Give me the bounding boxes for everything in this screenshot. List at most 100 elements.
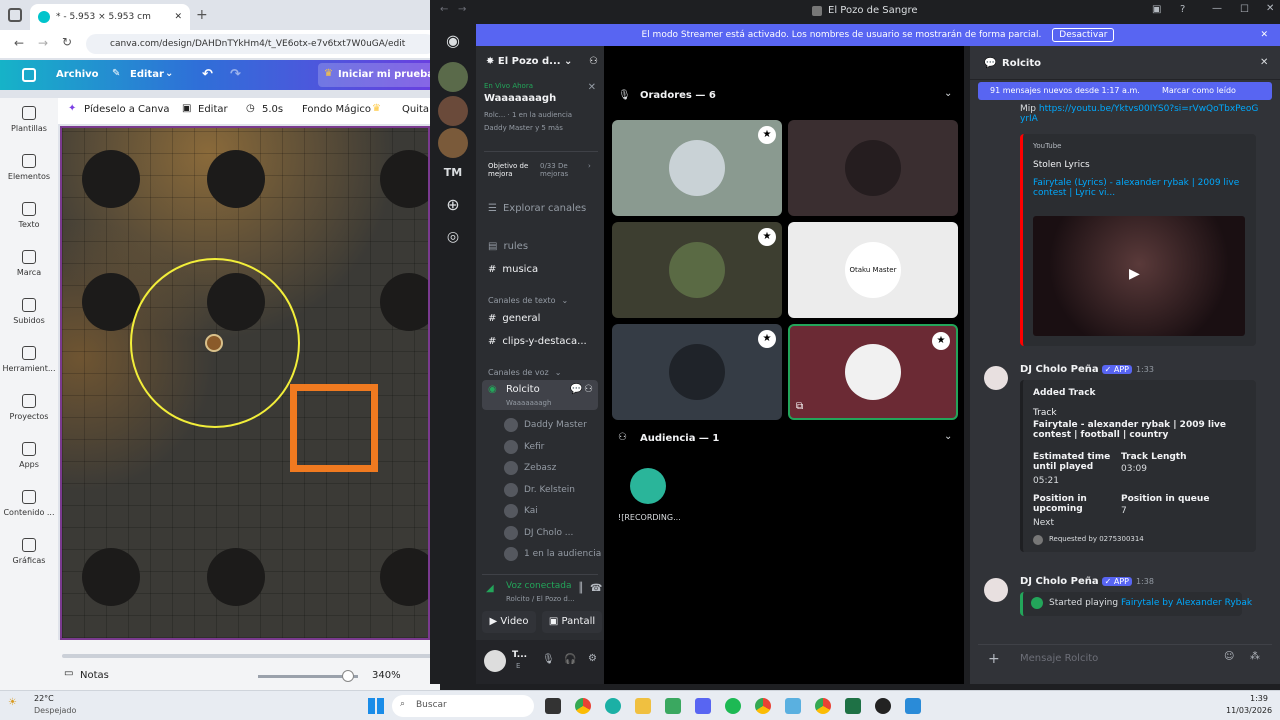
file-explorer-icon[interactable] (635, 698, 651, 714)
redo-icon[interactable]: ↷ (230, 67, 241, 82)
token-icon[interactable] (205, 334, 223, 352)
fondo-magico-button[interactable]: Fondo Mágico (302, 104, 371, 115)
canvas-map-image[interactable] (60, 126, 430, 640)
voice-user[interactable]: 1 en la audiencia (504, 547, 601, 561)
clock-date[interactable]: 11/03/2026 (1226, 706, 1272, 715)
song-link[interactable]: Fairytale by Alexander Rybak (1121, 598, 1252, 608)
explore-icon[interactable]: ◎ (438, 222, 468, 252)
chevron-down-icon[interactable]: ⌄ (944, 431, 952, 442)
speaker-tile-active[interactable]: ★ ⧉ (788, 324, 958, 420)
close-chat-icon[interactable]: ✕ (1260, 57, 1268, 68)
discord-home-icon[interactable]: ◉ (438, 26, 468, 56)
voice-category[interactable]: Canales de voz ⌄ (482, 362, 600, 382)
voice-user[interactable]: DJ Cholo ... (504, 525, 573, 540)
close-tab-icon[interactable]: ✕ (174, 12, 182, 22)
desactivar-button[interactable]: Desactivar (1052, 28, 1115, 42)
emoji-icon[interactable]: ☺ (1224, 651, 1234, 662)
canva-sidebar-item[interactable]: Herramient... (0, 346, 58, 373)
live-event-card[interactable]: En Vivo Ahora Waaaaaaagh Rolc... · 1 en … (484, 82, 598, 152)
chevron-down-icon[interactable]: ⌄ (944, 88, 952, 99)
voice-channel-rolcito[interactable]: ◉ Rolcito Waaaaaaagh 💬 ⚇ (482, 380, 598, 410)
inbox-icon[interactable]: ▣ (1152, 4, 1161, 15)
edge-icon[interactable] (605, 698, 621, 714)
mark-read-button[interactable]: Marcar como leído (1162, 82, 1236, 100)
voice-user[interactable]: Kefir (504, 439, 544, 454)
youtube-link[interactable]: https://youtu.be/Yktvs00IYS0?si=rVwQoTbx… (1020, 104, 1258, 124)
new-messages-bar[interactable]: 91 mensajes nuevos desde 1:17 a.m. Marca… (978, 82, 1272, 100)
disconnect-icon[interactable]: ☎ (590, 583, 602, 594)
forward-icon[interactable]: → (38, 36, 48, 50)
speaker-tile[interactable]: ★ (612, 324, 782, 420)
canva-sidebar-item[interactable]: Elementos (0, 154, 58, 181)
avatar[interactable] (630, 468, 666, 504)
voice-user[interactable]: Dr. Kelstein (504, 482, 575, 497)
excel-icon[interactable] (845, 698, 861, 714)
url-field[interactable]: canva.com/design/DAHDnTYkHm4/t_VE6otx-e7… (86, 34, 436, 54)
mic-icon[interactable]: 🎙 (542, 654, 555, 665)
channel-musica[interactable]: # musica (482, 259, 600, 279)
chrome-icon[interactable] (575, 698, 591, 714)
bot-name[interactable]: DJ Cholo Peña (1020, 364, 1099, 375)
voice-location[interactable]: Rolcito / El Pozo d... (506, 595, 575, 603)
canva-sidebar-item[interactable]: Subidos (0, 298, 58, 325)
help-icon[interactable]: ? (1180, 4, 1185, 15)
speaker-tile[interactable]: ★ (612, 120, 782, 216)
canva-sidebar-item[interactable]: Contenido ... (0, 490, 58, 517)
archivo-menu[interactable]: Archivo (56, 69, 99, 80)
close-window-icon[interactable]: ✕ (1266, 3, 1274, 14)
server-icon[interactable] (438, 96, 468, 126)
discord-app-icon[interactable] (695, 698, 711, 714)
editar-button[interactable]: Editar (198, 104, 228, 115)
server-icon[interactable] (438, 128, 468, 158)
editar-menu[interactable]: Editar (130, 69, 164, 80)
maximize-icon[interactable]: ☐ (1240, 4, 1249, 15)
play-icon[interactable]: ▶ (1129, 266, 1140, 282)
bot-name[interactable]: DJ Cholo Peña (1020, 576, 1099, 587)
chat-icon[interactable]: 💬 (570, 384, 582, 395)
canva-sidebar-item[interactable]: Gráficas (0, 538, 58, 565)
duration-button[interactable]: 5.0s (262, 104, 283, 115)
settings-gear-icon[interactable]: ⚙ (588, 653, 597, 664)
soundboard-icon[interactable]: ║ (578, 583, 584, 594)
add-attachment-icon[interactable]: + (988, 651, 1000, 667)
voice-user[interactable]: Kai (504, 504, 538, 518)
back-icon[interactable]: ← (14, 36, 24, 50)
voice-user[interactable]: Zebasz (504, 461, 556, 475)
windows-start-icon[interactable] (368, 698, 384, 714)
zoom-level[interactable]: 340% (372, 670, 401, 681)
weather-temp[interactable]: 22°C (34, 694, 54, 703)
app-icon[interactable] (665, 698, 681, 714)
clock-time[interactable]: 1:39 (1250, 694, 1268, 703)
canva-sidebar-item[interactable]: Proyectos (0, 394, 58, 421)
trial-button[interactable]: ♛ Iniciar mi prueba g (318, 63, 440, 87)
zoom-slider-thumb[interactable] (342, 670, 354, 682)
canva-sidebar-item[interactable]: Texto (0, 202, 58, 229)
orange-square-shape[interactable] (290, 384, 378, 472)
canva-sidebar-item[interactable]: Plantillas (0, 106, 58, 133)
explore-channels[interactable]: ☰ Explorar canales (482, 198, 600, 218)
task-view-icon[interactable] (545, 698, 561, 714)
add-member-icon[interactable]: ⚇ (589, 56, 598, 67)
back-icon[interactable]: ← (440, 4, 448, 15)
canva-sidebar-item[interactable]: Apps (0, 442, 58, 469)
message-input[interactable]: + Mensaje Rolcito ☺ ⁂ (978, 644, 1272, 672)
timeline-scrubber[interactable] (62, 654, 432, 658)
boost-goal[interactable]: Objetivo de mejora 0/33 De mejoras › (488, 162, 598, 186)
taskbar-search[interactable]: ⌕ Buscar (392, 695, 534, 717)
server-header[interactable]: ✸ El Pozo d... ⌄ ⚇ (486, 56, 598, 67)
apps-icon[interactable]: ⁂ (1250, 651, 1260, 662)
forward-icon[interactable]: → (458, 4, 466, 15)
video-thumbnail[interactable]: ▶ (1033, 216, 1245, 336)
app-icon[interactable] (905, 698, 921, 714)
speaker-tile[interactable] (788, 120, 958, 216)
channel-clips[interactable]: # clips-y-destaca... (482, 331, 600, 351)
avatar[interactable] (484, 650, 506, 672)
home-icon[interactable] (22, 68, 36, 82)
add-user-icon[interactable]: ⚇ (584, 384, 593, 395)
text-category[interactable]: Canales de texto ⌄ (482, 290, 600, 310)
server-icon-tm[interactable]: TM (438, 158, 468, 188)
spotify-icon[interactable] (725, 698, 741, 714)
channel-general[interactable]: # general (482, 308, 600, 328)
headphones-icon[interactable]: 🎧 (564, 654, 576, 665)
browser-tab[interactable]: * - 5.953 × 5.953 cm ✕ (30, 4, 190, 30)
